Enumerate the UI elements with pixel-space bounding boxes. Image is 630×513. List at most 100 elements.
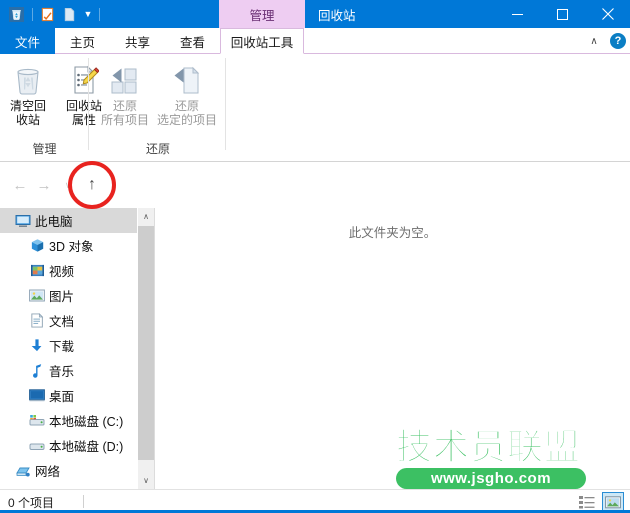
- quick-access-toolbar: ▼: [6, 0, 104, 28]
- ribbon-button-restore-selected-items-label: 还原 选定的项目: [157, 99, 217, 127]
- sidebar-item-desktop[interactable]: 桌面: [0, 383, 137, 408]
- forward-arrow-icon: →: [36, 176, 52, 194]
- ribbon-tab-strip: 文件 主页 共享 查看 回收站工具 ∧ ?: [0, 28, 630, 54]
- sidebar-item-label: 视频: [49, 265, 75, 279]
- file-explorer-window: ▼ 管理 回收站 文件 主页 共享 查看 回收站工具 ∧ ? 清空回 收站 回收…: [0, 0, 630, 513]
- sidebar-item-label: 桌面: [49, 390, 75, 404]
- document-icon: [26, 313, 48, 328]
- sidebar-item-label: 下载: [49, 340, 75, 354]
- ribbon-group-restore-label: 还原: [145, 142, 170, 156]
- tab-share[interactable]: 共享: [110, 28, 165, 54]
- scroll-up-icon[interactable]: ∧: [138, 208, 154, 225]
- tab-home[interactable]: 主页: [55, 28, 110, 54]
- status-divider: [83, 495, 84, 508]
- navigation-pane-scrollbar[interactable]: ∧ ∨: [137, 208, 154, 489]
- ribbon: 清空回 收站 回收站 属性 管理 还原 所有项目 还原 选定的项目 还原: [0, 54, 630, 162]
- window-title: 回收站: [318, 8, 356, 23]
- picture-icon: [26, 289, 48, 302]
- sidebar-item-downloads[interactable]: 下载: [0, 333, 137, 358]
- sidebar-item-this-pc[interactable]: 此电脑: [0, 208, 137, 233]
- sidebar-item-label: 本地磁盘 (D:): [49, 440, 124, 454]
- label-line2: 选定的项目: [156, 113, 217, 127]
- tab-view[interactable]: 查看: [165, 28, 220, 54]
- restore-all-icon: [108, 60, 142, 96]
- recent-locations-button[interactable]: ∨: [56, 173, 80, 197]
- contextual-tab-group-label: 管理: [249, 8, 275, 23]
- qat-separator-1: [32, 7, 33, 21]
- view-mode-buttons: [576, 492, 624, 512]
- ribbon-group-separator-1: [88, 58, 89, 150]
- qat-page-icon[interactable]: [59, 4, 79, 24]
- qat-dropdown-icon[interactable]: ▼: [81, 4, 95, 24]
- sidebar-item-3d-objects[interactable]: 3D 对象: [0, 233, 137, 258]
- label-line2: 收站: [15, 113, 40, 127]
- chevron-down-icon: ∨: [64, 179, 72, 190]
- ribbon-helper-buttons: ∧ ?: [586, 28, 626, 54]
- desktop-icon: [26, 389, 48, 402]
- main-area: 此电脑 3D 对象 视频 图片 文档 下载 音乐 桌面 本地磁盘 (C:) 本地…: [0, 208, 630, 489]
- navigation-bar: ← → ∨ ↑ › 回收站 ∨ ↻: [0, 162, 630, 359]
- up-arrow-icon: ↑: [88, 176, 96, 193]
- recycle-bin-icon: [13, 60, 43, 96]
- file-list-view[interactable]: 此文件夹为空。: [154, 208, 630, 489]
- scroll-down-icon[interactable]: ∨: [138, 472, 154, 489]
- ribbon-button-restore-all-items-label: 还原 所有项目: [101, 99, 149, 127]
- ribbon-button-restore-all-items[interactable]: 还原 所有项目: [94, 58, 156, 127]
- film-icon: [26, 264, 48, 277]
- help-icon[interactable]: ?: [610, 33, 626, 49]
- label-line1: 还原: [112, 99, 137, 113]
- qat-recycle-bin-icon[interactable]: [6, 4, 26, 24]
- tab-file[interactable]: 文件: [0, 28, 55, 54]
- network-icon: [12, 464, 34, 478]
- label-line1: 清空回: [9, 99, 46, 113]
- qat-separator-2: [99, 7, 100, 21]
- sidebar-item-pictures[interactable]: 图片: [0, 283, 137, 308]
- sidebar-item-videos[interactable]: 视频: [0, 258, 137, 283]
- window-controls: [495, 0, 630, 28]
- ribbon-group-manage-label: 管理: [32, 142, 57, 156]
- collapse-ribbon-icon[interactable]: ∧: [586, 36, 602, 47]
- sidebar-item-local-disk-c[interactable]: 本地磁盘 (C:): [0, 408, 137, 433]
- drive-icon: [26, 439, 48, 452]
- up-button[interactable]: ↑: [80, 173, 104, 197]
- back-button[interactable]: ←: [8, 173, 32, 197]
- contextual-tab-group: 管理: [219, 0, 305, 28]
- details-view-button[interactable]: [576, 492, 598, 512]
- label-line2: 所有项目: [100, 113, 149, 127]
- ribbon-group-restore: 还原 所有项目 还原 选定的项目 还原: [90, 54, 226, 161]
- ribbon-group-restore-items: 还原 所有项目 还原 选定的项目: [94, 58, 218, 127]
- sidebar-item-label: 此电脑: [35, 215, 73, 229]
- sidebar-item-label: 文档: [49, 315, 75, 329]
- sidebar-item-music[interactable]: 音乐: [0, 358, 137, 383]
- back-arrow-icon: ←: [12, 176, 28, 194]
- system-drive-icon: [26, 414, 48, 427]
- item-count-label: 0 个项目: [8, 496, 55, 510]
- restore-selected-icon: [170, 60, 204, 96]
- minimize-button[interactable]: [495, 0, 540, 28]
- maximize-button[interactable]: [540, 0, 585, 28]
- sidebar-item-label: 音乐: [49, 365, 75, 379]
- ribbon-group-manage: 清空回 收站 回收站 属性 管理: [0, 54, 102, 161]
- ribbon-button-empty-recycle-bin-label: 清空回 收站: [10, 99, 46, 127]
- close-button[interactable]: [585, 0, 630, 28]
- monitor-icon: [12, 214, 34, 228]
- status-bar: 0 个项目: [0, 489, 630, 513]
- large-icons-view-button[interactable]: [602, 492, 624, 512]
- scrollbar-thumb[interactable]: [138, 226, 154, 460]
- sidebar-item-label: 本地磁盘 (C:): [49, 415, 124, 429]
- sidebar-item-label: 图片: [49, 290, 75, 304]
- ribbon-group-separator-2: [225, 58, 226, 150]
- sidebar-item-network[interactable]: 网络: [0, 458, 137, 483]
- tab-recycle-bin-tools[interactable]: 回收站工具: [220, 28, 304, 54]
- ribbon-button-empty-recycle-bin[interactable]: 清空回 收站: [0, 58, 56, 127]
- download-arrow-icon: [26, 338, 48, 353]
- sidebar-item-label: 网络: [35, 465, 61, 479]
- sidebar-item-label: 3D 对象: [49, 240, 94, 254]
- label-line1: 还原: [174, 99, 199, 113]
- ribbon-button-restore-selected-items[interactable]: 还原 选定的项目: [156, 58, 218, 127]
- sidebar-item-documents[interactable]: 文档: [0, 308, 137, 333]
- qat-properties-icon[interactable]: [37, 4, 57, 24]
- forward-button[interactable]: →: [32, 173, 56, 197]
- sidebar-item-local-disk-d[interactable]: 本地磁盘 (D:): [0, 433, 137, 458]
- empty-folder-message: 此文件夹为空。: [348, 226, 437, 240]
